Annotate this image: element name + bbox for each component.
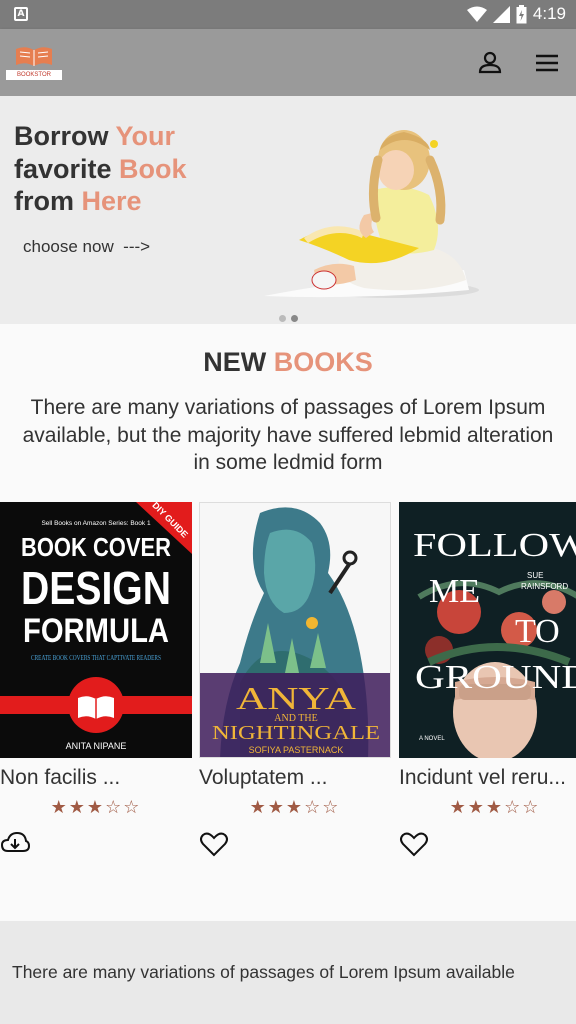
heart-outline-icon[interactable] xyxy=(399,830,429,858)
book-cover-art: FOLLOW ME SUE RAINSFORD TO GROUND A NOVE… xyxy=(399,502,576,758)
cover-author: SOFIYA PASTERNACK xyxy=(249,745,344,755)
cover-line2: DESIGN xyxy=(21,562,171,614)
cover-author: ANITA NIPANE xyxy=(66,741,127,751)
battery-icon xyxy=(516,4,527,23)
cover-tag: A NOVEL xyxy=(419,736,445,742)
book-cover-art: DIY GUIDE Sell Books on Amazon Series: B… xyxy=(0,502,192,758)
signal-icon xyxy=(492,5,510,23)
girl-reading-book-illustration xyxy=(264,130,479,298)
carousel-dot[interactable] xyxy=(279,315,286,322)
carousel-indicator xyxy=(279,315,298,322)
banner-headline: Borrow Your favorite Book from Here xyxy=(14,120,187,218)
choose-now-link[interactable]: choose now ---> xyxy=(23,237,150,257)
cover-line1: FOLLOW xyxy=(413,527,576,564)
star-rating: ★★★☆☆ xyxy=(249,797,341,818)
bookstore-logo[interactable]: BOOKSTOR xyxy=(6,45,62,80)
headline-line3-accent: Here xyxy=(81,186,142,216)
headline-line2-plain: favorite xyxy=(14,153,120,184)
section-title: NEW BOOKS xyxy=(0,347,576,378)
book-cover-art: ANYA AND THE NIGHTINGALE SOFIYA PASTERNA… xyxy=(200,503,390,757)
cover-line4: GROUND xyxy=(415,659,576,696)
book-card[interactable]: FOLLOW ME SUE RAINSFORD TO GROUND A NOVE… xyxy=(399,502,576,862)
section-title-plain: NEW xyxy=(203,347,267,377)
star-rating: ★★★☆☆ xyxy=(449,797,541,818)
cover-author-1: SUE xyxy=(527,571,543,580)
book-title[interactable]: Incidunt vel reru... xyxy=(399,766,576,790)
cover-author-2: RAINSFORD xyxy=(521,582,568,591)
menu-icon[interactable] xyxy=(533,49,561,77)
book-cover[interactable]: DIY GUIDE Sell Books on Amazon Series: B… xyxy=(0,502,192,758)
cover-line2: ME xyxy=(429,573,480,610)
status-time: 4:19 xyxy=(532,4,566,23)
account-icon[interactable] xyxy=(476,49,504,77)
book-card[interactable]: DIY GUIDE Sell Books on Amazon Series: B… xyxy=(0,502,192,862)
cover-subtitle: CREATE BOOK COVERS THAT CAPTIVATE READER… xyxy=(31,654,161,662)
new-books-section: NEW BOOKS There are many variations of p… xyxy=(0,324,576,921)
carousel-dot-active[interactable] xyxy=(291,315,298,322)
hero-banner: Borrow Your favorite Book from Here choo… xyxy=(0,96,576,324)
status-bar: A 4:19 xyxy=(0,0,576,29)
cloud-download-icon[interactable] xyxy=(0,830,31,858)
footer: There are many variations of passages of… xyxy=(0,921,576,1024)
book-title[interactable]: Voluptatem ... xyxy=(199,766,377,790)
heart-outline-icon[interactable] xyxy=(199,830,229,858)
headline-line2-accent: Book xyxy=(119,153,187,184)
cover-top-text: Sell Books on Amazon Series: Book 1 xyxy=(41,520,151,527)
open-book-logo-icon xyxy=(16,47,52,66)
section-description: There are many variations of passages of… xyxy=(22,396,554,474)
footer-text: There are many variations of passages of… xyxy=(12,962,515,982)
cover-line1: ANYA xyxy=(236,680,356,716)
headline-line1-plain: Borrow xyxy=(14,121,116,151)
cover-line3: TO xyxy=(515,613,560,650)
book-cover[interactable]: FOLLOW ME SUE RAINSFORD TO GROUND A NOVE… xyxy=(399,502,576,758)
status-icons: 4:19 xyxy=(466,4,566,24)
book-cover[interactable]: ANYA AND THE NIGHTINGALE SOFIYA PASTERNA… xyxy=(199,502,391,758)
logo-text: BOOKSTOR xyxy=(6,70,62,80)
cover-line3: NIGHTINGALE xyxy=(212,722,380,744)
section-title-accent: BOOKS xyxy=(273,347,373,377)
wifi-icon xyxy=(466,6,487,22)
headline-line3-plain: from xyxy=(14,186,82,216)
app-bar: BOOKSTOR xyxy=(0,29,576,96)
book-card[interactable]: ANYA AND THE NIGHTINGALE SOFIYA PASTERNA… xyxy=(199,502,391,862)
cover-line3: FORMULA xyxy=(23,612,169,650)
android-a-icon: A xyxy=(14,7,28,21)
book-title[interactable]: Non facilis ... xyxy=(0,766,178,790)
headline-line1-accent: Your xyxy=(115,121,176,151)
star-rating: ★★★☆☆ xyxy=(50,797,142,818)
cover-line1: BOOK COVER xyxy=(21,532,171,562)
